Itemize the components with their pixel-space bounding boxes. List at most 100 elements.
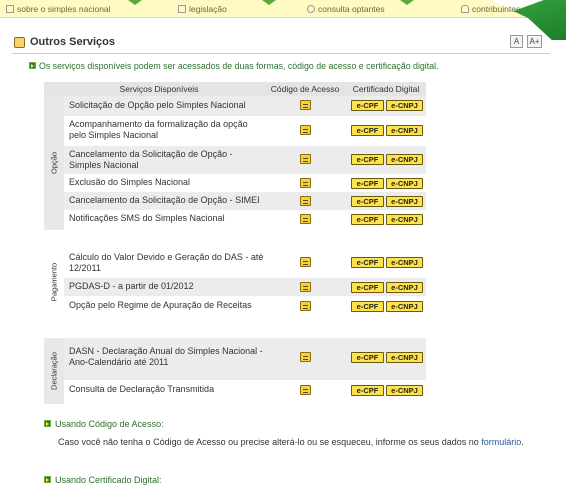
nav-tab-marker — [400, 0, 414, 5]
table-row: Cancelamento da Solicitação de Opção - S… — [64, 146, 426, 174]
service-link[interactable]: Cancelamento da Solicitação de Opção - S… — [69, 149, 264, 171]
header-divider — [12, 53, 550, 54]
service-link[interactable]: Cálculo do Valor Devido e Geração do DAS… — [69, 252, 264, 274]
ecpf-button[interactable]: e-CPF — [351, 196, 384, 207]
access-code-icon[interactable] — [300, 385, 311, 395]
service-link[interactable]: Opção pelo Regime de Apuração de Receita… — [69, 300, 264, 311]
lock-icon — [461, 5, 469, 13]
nav-item-sobre[interactable]: sobre o simples nacional — [6, 4, 111, 14]
service-link[interactable]: Cancelamento da Solicitação de Opção - S… — [69, 195, 264, 206]
ecpf-button[interactable]: e-CPF — [351, 214, 384, 225]
font-increase-button[interactable]: A+ — [527, 35, 542, 48]
ecnpj-button[interactable]: e-CNPJ — [386, 352, 423, 363]
ecnpj-button[interactable]: e-CNPJ — [386, 214, 423, 225]
table-row: Acompanhamento da formalização da opção … — [64, 116, 426, 146]
nav-tab-marker — [262, 0, 276, 5]
book-icon — [178, 5, 186, 13]
top-navigation: sobre o simples nacional legislação cons… — [0, 0, 566, 40]
table-row: PGDAS-D - a partir de 01/2012 e-CPF e-CN… — [64, 278, 426, 296]
table-row: Cancelamento da Solicitação de Opção - S… — [64, 192, 426, 210]
nav-item-label: legislação — [189, 4, 227, 14]
access-code-icon[interactable] — [300, 154, 311, 164]
service-link[interactable]: PGDAS-D - a partir de 01/2012 — [69, 281, 264, 292]
intro-label: Os serviços disponíveis podem ser acessa… — [39, 61, 439, 71]
group-opcao: Opção — [44, 96, 64, 230]
access-code-icon[interactable] — [300, 282, 311, 292]
ecpf-button[interactable]: e-CPF — [351, 282, 384, 293]
font-decrease-button[interactable]: A — [510, 35, 523, 48]
group-label: Declaração — [49, 352, 59, 390]
col-services: Serviços Disponíveis — [119, 84, 199, 94]
using-code-text: Caso você não tenha o Código de Acesso o… — [58, 437, 524, 447]
service-link[interactable]: Solicitação de Opção pelo Simples Nacion… — [69, 100, 264, 111]
table-header: Serviços Disponíveis Código de Acesso Ce… — [44, 82, 426, 96]
group-pagamento: Pagamento — [44, 248, 64, 316]
nav-item-label: sobre o simples nacional — [17, 4, 111, 14]
table-row: Solicitação de Opção pelo Simples Nacion… — [64, 96, 426, 116]
access-code-icon[interactable] — [300, 301, 311, 311]
access-code-icon[interactable] — [300, 257, 311, 267]
ecnpj-button[interactable]: e-CNPJ — [386, 100, 423, 111]
nav-item-label: consulta optantes — [318, 4, 385, 14]
using-cert-label: Usando Certificado Digital: — [55, 475, 162, 485]
service-link[interactable]: Consulta de Declaração Transmitida — [69, 384, 264, 395]
paragraph-end: . — [521, 437, 524, 447]
bullet-icon — [44, 476, 51, 483]
ecpf-button[interactable]: e-CPF — [351, 301, 384, 312]
using-cert-heading: Usando Certificado Digital: — [44, 475, 162, 485]
services-icon — [14, 37, 25, 48]
service-link[interactable]: DASN - Declaração Anual do Simples Nacio… — [69, 346, 264, 368]
group-declaracao: Declaração — [44, 338, 64, 404]
using-code-paragraph: Caso você não tenha o Código de Acesso o… — [58, 437, 479, 447]
ecnpj-button[interactable]: e-CNPJ — [386, 125, 423, 136]
page-title: Outros Serviços — [30, 36, 115, 48]
col-code: Código de Acesso — [270, 84, 340, 94]
nav-item-legislacao[interactable]: legislação — [178, 4, 227, 14]
nav-tab-marker — [128, 0, 142, 5]
group-label: Pagamento — [49, 262, 59, 302]
access-code-icon[interactable] — [300, 196, 311, 206]
ecnpj-button[interactable]: e-CNPJ — [386, 257, 423, 268]
table-row: Exclusão do Simples Nacional e-CPF e-CNP… — [64, 174, 426, 192]
document-icon — [6, 5, 14, 13]
table-row: DASN - Declaração Anual do Simples Nacio… — [64, 338, 426, 380]
ecpf-button[interactable]: e-CPF — [351, 125, 384, 136]
access-code-icon[interactable] — [300, 214, 311, 224]
ecnpj-button[interactable]: e-CNPJ — [386, 301, 423, 312]
using-code-label: Usando Código de Acesso: — [55, 419, 164, 429]
ecnpj-button[interactable]: e-CNPJ — [386, 196, 423, 207]
service-link[interactable]: Exclusão do Simples Nacional — [69, 177, 264, 188]
ecnpj-button[interactable]: e-CNPJ — [386, 178, 423, 189]
bullet-icon — [29, 62, 36, 69]
ecnpj-button[interactable]: e-CNPJ — [386, 154, 423, 165]
ecpf-button[interactable]: e-CPF — [351, 352, 384, 363]
ecpf-button[interactable]: e-CPF — [351, 257, 384, 268]
nav-item-consulta[interactable]: consulta optantes — [307, 4, 385, 14]
col-cert: Certificado Digital — [352, 84, 420, 94]
table-row: Cálculo do Valor Devido e Geração do DAS… — [64, 248, 426, 278]
using-code-heading: Usando Código de Acesso: — [44, 419, 164, 429]
services-table: Serviços Disponíveis Código de Acesso Ce… — [44, 82, 426, 407]
service-link[interactable]: Acompanhamento da formalização da opção … — [69, 119, 264, 141]
ecpf-button[interactable]: e-CPF — [351, 385, 384, 396]
nav-item-contribuintes[interactable]: contribuintes — [461, 4, 520, 14]
table-row: Notificações SMS do Simples Nacional e-C… — [64, 210, 426, 230]
access-code-icon[interactable] — [300, 100, 311, 110]
search-icon — [307, 5, 315, 13]
access-code-icon[interactable] — [300, 352, 311, 362]
ecnpj-button[interactable]: e-CNPJ — [386, 282, 423, 293]
group-label: Opção — [49, 151, 59, 175]
ecpf-button[interactable]: e-CPF — [351, 178, 384, 189]
ecnpj-button[interactable]: e-CNPJ — [386, 385, 423, 396]
access-code-icon[interactable] — [300, 125, 311, 135]
page-header: Outros Serviços A A+ — [0, 28, 550, 58]
access-code-icon[interactable] — [300, 178, 311, 188]
ecpf-button[interactable]: e-CPF — [351, 154, 384, 165]
ecpf-button[interactable]: e-CPF — [351, 100, 384, 111]
intro-text: Os serviços disponíveis podem ser acessa… — [29, 61, 439, 71]
bullet-icon — [44, 420, 51, 427]
table-row: Opção pelo Regime de Apuração de Receita… — [64, 296, 426, 316]
nav-item-label: contribuintes — [472, 4, 521, 14]
form-link[interactable]: formulário — [481, 437, 521, 447]
service-link[interactable]: Notificações SMS do Simples Nacional — [69, 213, 264, 224]
